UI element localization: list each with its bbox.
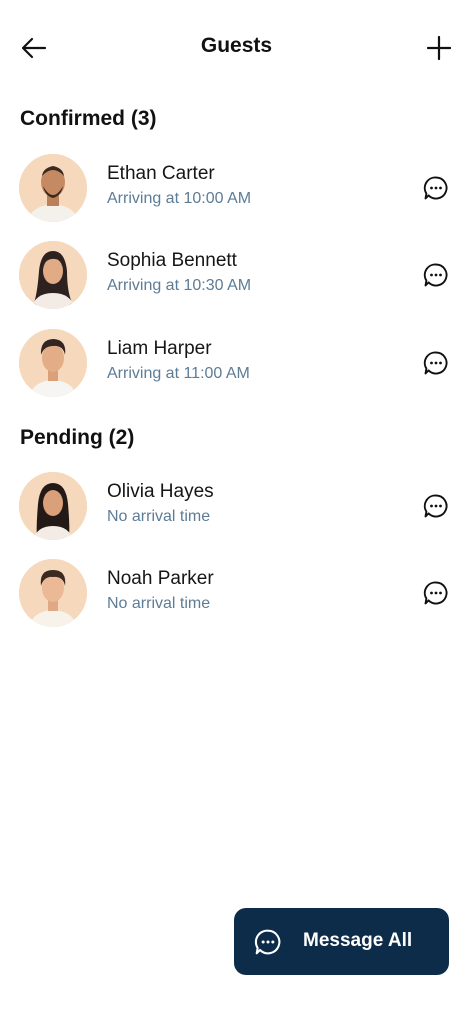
- message-guest-button[interactable]: [418, 345, 454, 381]
- chat-bubble-icon: [254, 929, 281, 955]
- chat-bubble-icon: [423, 351, 448, 375]
- add-guest-button[interactable]: [419, 28, 459, 68]
- avatar: [19, 241, 87, 309]
- message-guest-button[interactable]: [418, 257, 454, 293]
- guests-screen: Guests Confirmed (3) Ethan Carter Arrivi…: [0, 0, 473, 1024]
- chat-bubble-icon: [423, 176, 448, 200]
- section-title-confirmed: Confirmed (3): [20, 107, 157, 130]
- top-bar: Guests: [0, 0, 473, 96]
- guest-name: Sophia Bennett: [107, 250, 237, 271]
- guest-row-ethan-carter[interactable]: Ethan Carter Arriving at 10:00 AM: [0, 154, 473, 226]
- message-guest-button[interactable]: [418, 170, 454, 206]
- message-guest-button[interactable]: [418, 488, 454, 524]
- guest-name: Olivia Hayes: [107, 481, 214, 502]
- avatar: [19, 559, 87, 627]
- chat-bubble-icon: [423, 263, 448, 287]
- message-all-label: Message All: [303, 930, 413, 951]
- avatar: [19, 472, 87, 540]
- plus-icon: [427, 36, 451, 60]
- guest-arrival-time: No arrival time: [107, 508, 211, 525]
- guest-name: Liam Harper: [107, 338, 212, 359]
- guest-row-sophia-bennett[interactable]: Sophia Bennett Arriving at 10:30 AM: [0, 241, 473, 313]
- guest-row-olivia-hayes[interactable]: Olivia Hayes No arrival time: [0, 472, 473, 544]
- message-all-button[interactable]: Message All: [234, 908, 449, 975]
- guest-arrival-time: Arriving at 11:00 AM: [107, 365, 250, 382]
- guest-arrival-time: Arriving at 10:30 AM: [107, 277, 252, 294]
- guest-row-liam-harper[interactable]: Liam Harper Arriving at 11:00 AM: [0, 329, 473, 401]
- guest-row-noah-parker[interactable]: Noah Parker No arrival time: [0, 559, 473, 631]
- guest-arrival-time: Arriving at 10:00 AM: [107, 190, 252, 207]
- section-title-pending: Pending (2): [20, 426, 135, 449]
- avatar: [19, 154, 87, 222]
- chat-bubble-icon: [423, 581, 448, 605]
- chat-bubble-icon: [423, 494, 448, 518]
- guest-arrival-time: No arrival time: [107, 595, 211, 612]
- guest-name: Noah Parker: [107, 568, 214, 589]
- message-guest-button[interactable]: [418, 575, 454, 611]
- page-title: Guests: [200, 34, 273, 57]
- guest-name: Ethan Carter: [107, 163, 215, 184]
- avatar: [19, 329, 87, 397]
